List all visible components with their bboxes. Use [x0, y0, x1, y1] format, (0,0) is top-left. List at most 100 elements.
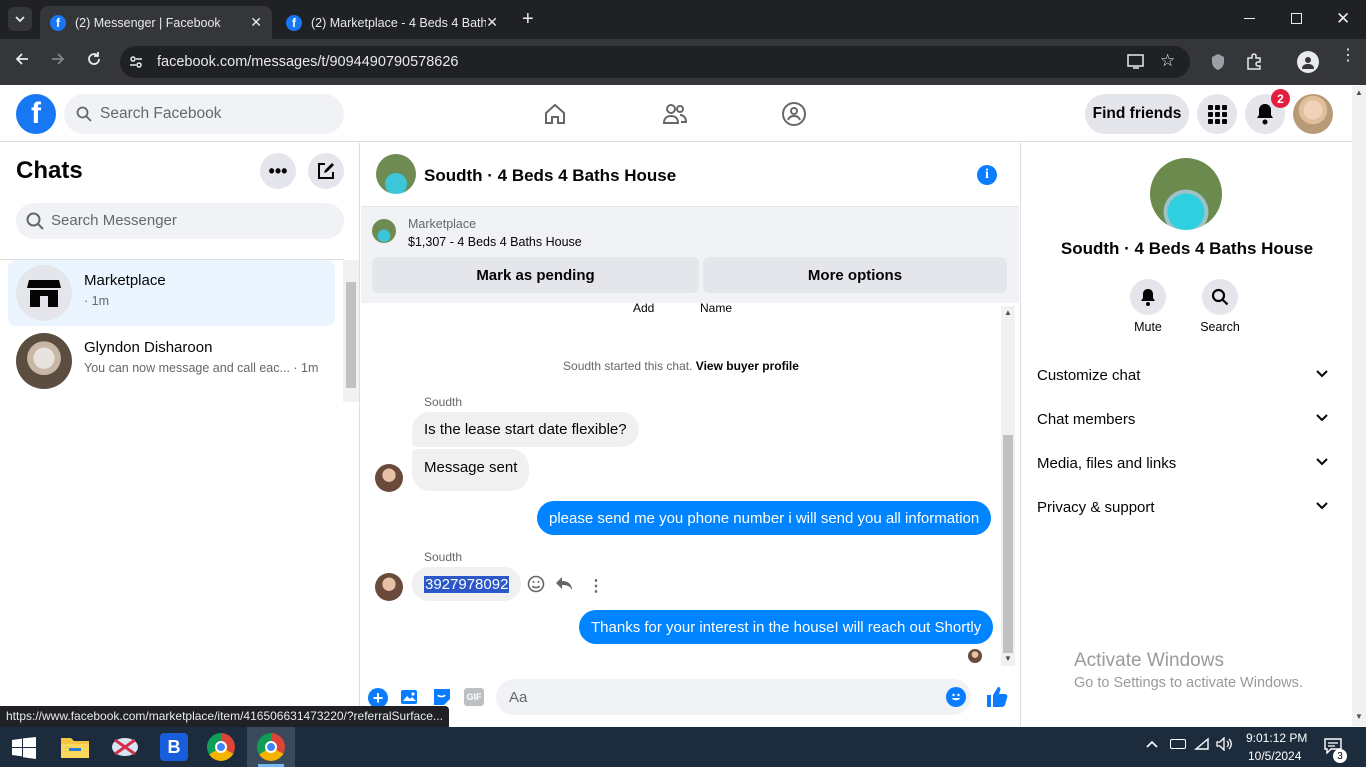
- chevron-down-icon: [1315, 410, 1329, 424]
- chevron-down-icon: [1315, 498, 1329, 512]
- menu-grid-button[interactable]: [1197, 94, 1237, 134]
- mute-button[interactable]: [1130, 279, 1166, 315]
- listing-thumb[interactable]: [372, 219, 396, 243]
- new-tab-icon[interactable]: +: [522, 8, 534, 31]
- gif-icon[interactable]: GIF: [464, 688, 484, 706]
- search-messenger-input[interactable]: Search Messenger: [16, 203, 344, 239]
- tab-marketplace[interactable]: f (2) Marketplace - 4 Beds 4 Baths ✕: [276, 6, 508, 39]
- more-options-icon[interactable]: •••: [260, 153, 296, 189]
- start-windows-icon[interactable]: [12, 737, 36, 759]
- bookmark-star-icon[interactable]: ☆: [1160, 51, 1175, 71]
- conversation-title[interactable]: Soudth · 4 Beds 4 Baths House: [424, 166, 676, 186]
- seen-avatar: [968, 649, 982, 663]
- glyndon-avatar: [16, 333, 72, 389]
- view-buyer-profile-link[interactable]: View buyer profile: [696, 359, 799, 373]
- file-explorer-icon[interactable]: [60, 735, 90, 759]
- search-icon: [76, 106, 92, 122]
- close-tab-icon[interactable]: ✕: [250, 14, 262, 31]
- media-files-section[interactable]: Media, files and links: [1037, 455, 1329, 472]
- react-emoji-icon[interactable]: [527, 575, 545, 593]
- chats-title: Chats: [16, 157, 83, 184]
- chat-list-scrollbar[interactable]: [343, 260, 359, 402]
- message-bubble[interactable]: Is the lease start date flexible?: [412, 412, 639, 447]
- chat-preview: You can now message and call eac... · 1m: [84, 361, 319, 375]
- restore-icon[interactable]: [1291, 13, 1302, 24]
- account-avatar[interactable]: [1293, 94, 1333, 134]
- clock-time[interactable]: 9:01:12 PM: [1246, 731, 1307, 745]
- listing-large-avatar[interactable]: [1150, 158, 1222, 230]
- message-input[interactable]: Aa: [496, 679, 971, 715]
- scroll-up-arrow[interactable]: ▲: [1355, 88, 1363, 97]
- clock-date[interactable]: 10/5/2024: [1248, 749, 1301, 763]
- scroll-thumb[interactable]: [346, 282, 356, 388]
- chat-members-section[interactable]: Chat members: [1037, 411, 1329, 428]
- home-icon[interactable]: [543, 102, 567, 126]
- privacy-support-section[interactable]: Privacy & support: [1037, 499, 1329, 516]
- bitwarden-icon[interactable]: B: [160, 733, 188, 761]
- message-bubble[interactable]: Message sent: [412, 449, 530, 491]
- tab-search-button[interactable]: [8, 7, 32, 31]
- section-label: Privacy & support: [1037, 499, 1155, 516]
- more-options-button[interactable]: More options: [703, 257, 1007, 293]
- close-tab-icon[interactable]: ✕: [486, 14, 498, 31]
- friends-icon[interactable]: [662, 102, 688, 126]
- search-conversation-button[interactable]: [1202, 279, 1238, 315]
- scroll-up-arrow[interactable]: ▲: [1004, 308, 1012, 317]
- chevron-down-icon: [1315, 454, 1329, 468]
- tab-messenger[interactable]: f (2) Messenger | Facebook ✕: [40, 6, 272, 39]
- phone-number-selected[interactable]: 3927978092: [424, 575, 510, 593]
- add-attachment-icon[interactable]: +: [368, 688, 388, 708]
- attach-photo-icon[interactable]: [400, 687, 420, 707]
- message-placeholder: Aa: [509, 689, 528, 706]
- chrome-icon[interactable]: [207, 733, 235, 761]
- chrome-active-icon[interactable]: [257, 733, 285, 761]
- message-bubble-outgoing[interactable]: Thanks for your interest in the houseI w…: [579, 610, 994, 644]
- new-message-icon[interactable]: [308, 153, 344, 189]
- customize-chat-section[interactable]: Customize chat: [1037, 367, 1329, 384]
- sender-avatar: [375, 573, 403, 601]
- chat-name: Marketplace: [84, 272, 166, 289]
- volume-icon[interactable]: [1216, 737, 1234, 751]
- chat-item-glyndon[interactable]: Glyndon Disharoon You can now message an…: [8, 327, 335, 393]
- mark-pending-button[interactable]: Mark as pending: [372, 257, 699, 293]
- message-bubble[interactable]: 3927978092: [412, 567, 522, 601]
- windows-taskbar: B 9:01:12 PM 10/5/2024 3: [0, 727, 1366, 767]
- info-icon[interactable]: i: [977, 165, 997, 185]
- find-friends-button[interactable]: Find friends: [1085, 94, 1189, 134]
- snipping-tool-icon[interactable]: [110, 734, 140, 760]
- like-thumb-icon[interactable]: [986, 686, 1008, 708]
- chat-item-marketplace[interactable]: Marketplace · 1m: [8, 260, 335, 326]
- facebook-logo[interactable]: f: [16, 94, 56, 134]
- listing-avatar[interactable]: [376, 154, 416, 194]
- search-icon: [26, 212, 44, 230]
- message-more-icon[interactable]: ⋮: [588, 576, 604, 596]
- back-icon[interactable]: [14, 51, 30, 67]
- close-window-icon[interactable]: ✕: [1336, 9, 1350, 29]
- messages-scrollbar[interactable]: ▲ ▼: [1001, 306, 1015, 666]
- chevron-down-icon: [1315, 366, 1329, 380]
- scroll-thumb[interactable]: [1003, 435, 1013, 653]
- minimize-icon[interactable]: [1244, 18, 1255, 19]
- groups-icon[interactable]: [781, 101, 807, 127]
- profile-icon[interactable]: [1297, 51, 1319, 73]
- browser-menu-icon[interactable]: ⋮: [1340, 48, 1356, 64]
- sticker-icon[interactable]: [432, 687, 452, 707]
- page-scrollbar[interactable]: ▲ ▼: [1352, 86, 1366, 726]
- reload-icon[interactable]: [86, 51, 102, 67]
- shield-extension-icon[interactable]: [1210, 53, 1226, 71]
- battery-icon[interactable]: [1170, 739, 1186, 749]
- forward-icon[interactable]: [50, 51, 66, 67]
- reply-icon[interactable]: [555, 576, 573, 592]
- scroll-down-arrow[interactable]: ▼: [1004, 654, 1012, 663]
- listing-price[interactable]: $1,307 - 4 Beds 4 Baths House: [408, 235, 582, 249]
- emoji-icon[interactable]: [946, 687, 966, 707]
- search-facebook-input[interactable]: Search Facebook: [64, 94, 344, 134]
- partial-add-label: Add: [633, 301, 655, 315]
- site-info-icon[interactable]: [128, 54, 144, 70]
- wifi-icon[interactable]: [1194, 737, 1210, 751]
- extensions-icon[interactable]: [1246, 53, 1263, 70]
- tray-chevron-up-icon[interactable]: [1146, 740, 1158, 748]
- scroll-down-arrow[interactable]: ▼: [1355, 712, 1363, 721]
- install-app-icon[interactable]: [1127, 54, 1145, 70]
- message-bubble-outgoing[interactable]: please send me you phone number i will s…: [537, 501, 992, 535]
